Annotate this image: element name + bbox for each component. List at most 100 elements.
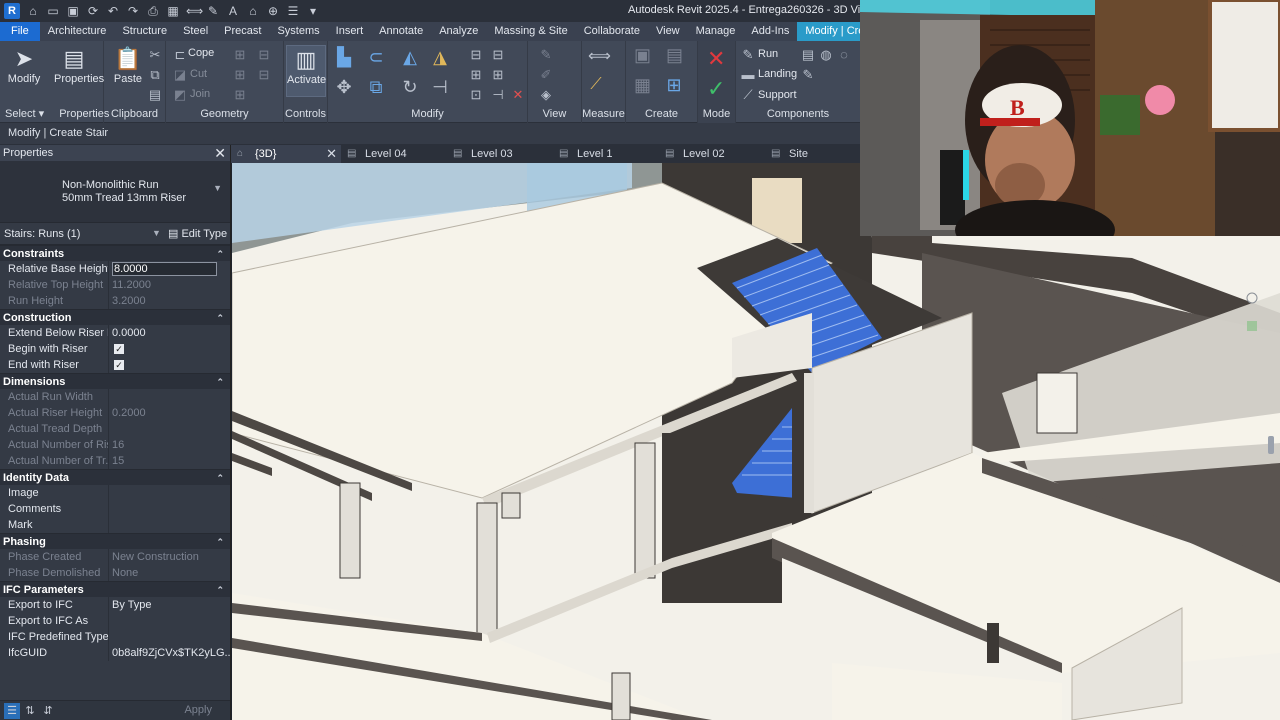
collapse-icon[interactable]: ⌃	[216, 310, 224, 326]
create-assembly-icon[interactable]: ▣	[634, 46, 651, 64]
property-row[interactable]: Mark	[0, 517, 230, 533]
property-row[interactable]: Image	[0, 485, 230, 501]
3d-view-icon[interactable]: ⌂	[246, 4, 260, 18]
3d-viewport[interactable]	[232, 163, 1280, 720]
landing-button[interactable]: Landing	[758, 68, 797, 80]
finish-edit-icon[interactable]: ✓	[707, 77, 725, 101]
view-tab-site[interactable]: ▤ Site	[765, 145, 860, 163]
measure-between-icon[interactable]: ⟺	[588, 49, 611, 65]
measure-icon[interactable]: ⟺	[186, 4, 203, 18]
section-identity-data[interactable]: Identity Data ⌃	[0, 469, 230, 485]
chevron-down-icon[interactable]: ▼	[213, 183, 222, 193]
section-construction[interactable]: Construction ⌃	[0, 309, 230, 325]
open-icon[interactable]: ▭	[46, 4, 60, 18]
mirror-draw-icon[interactable]: ◮	[432, 48, 448, 66]
sketch-run-icon[interactable]: ✎	[800, 67, 816, 83]
collapse-icon[interactable]: ⌃	[216, 246, 224, 262]
property-row[interactable]: Relative Base Height	[0, 261, 230, 277]
view-tab-level-1[interactable]: ▤ Level 1	[553, 145, 659, 163]
cope-icon[interactable]: ⊏	[172, 47, 188, 63]
split-gap-icon[interactable]: ⊟	[490, 47, 506, 63]
pin-icon[interactable]: ⊞	[490, 67, 506, 83]
property-row[interactable]: Comments	[0, 501, 230, 517]
property-row[interactable]: Extend Below Riser B...0.0000	[0, 325, 230, 341]
view-tab-level-04[interactable]: ▤ Level 04	[341, 145, 447, 163]
modify-button[interactable]: ➤ Modify	[4, 45, 44, 97]
tag-icon[interactable]: ✎	[206, 4, 220, 18]
tab-precast[interactable]: Precast	[216, 22, 269, 41]
save-icon[interactable]: ▣	[66, 4, 80, 18]
tab-manage[interactable]: Manage	[688, 22, 744, 41]
join-icon[interactable]: ◩	[172, 87, 188, 103]
split-icon[interactable]: ⊟	[468, 47, 484, 63]
section-phasing[interactable]: Phasing ⌃	[0, 533, 230, 549]
rotate-icon[interactable]: ↻	[402, 78, 418, 96]
undo-icon[interactable]: ↶	[106, 4, 120, 18]
view-tab-3d[interactable]: ⌂ {3D} ✕	[231, 145, 341, 163]
collapse-icon[interactable]: ⌃	[216, 582, 224, 598]
tab-add-ins[interactable]: Add-Ins	[743, 22, 797, 41]
center-spiral-icon[interactable]: ◌	[836, 47, 852, 63]
delete-icon[interactable]: ✕	[510, 87, 526, 103]
tab-steel[interactable]: Steel	[175, 22, 216, 41]
viewport-scrollbar[interactable]	[1268, 436, 1274, 454]
cope-button[interactable]: Cope	[188, 47, 214, 59]
tab-collaborate[interactable]: Collaborate	[576, 22, 648, 41]
tab-massing-site[interactable]: Massing & Site	[486, 22, 575, 41]
edit-type-button[interactable]: ▤ Edit Type	[168, 227, 227, 240]
tab-structure[interactable]: Structure	[114, 22, 175, 41]
select-dropdown[interactable]: Select	[5, 108, 36, 120]
home-icon[interactable]: ⌂	[26, 4, 40, 18]
move-icon[interactable]: ✥	[336, 78, 352, 96]
3d-model-canvas[interactable]	[232, 163, 1280, 720]
chevron-down-icon[interactable]: ▼	[152, 228, 161, 238]
create-parts-icon[interactable]: ▤	[666, 46, 683, 64]
instance-filter-dropdown[interactable]: Stairs: Runs (1)	[4, 228, 80, 240]
collapse-icon[interactable]: ⌃	[216, 534, 224, 550]
scale-icon[interactable]: ⊡	[468, 87, 484, 103]
tab-systems[interactable]: Systems	[269, 22, 327, 41]
collapse-icon[interactable]: ⌃	[216, 470, 224, 486]
redo-icon[interactable]: ↷	[126, 4, 140, 18]
property-row[interactable]: Begin with Riser ✓	[0, 341, 230, 357]
customize-icon[interactable]: ▾	[306, 4, 320, 18]
close-inactive-icon[interactable]: ▦	[166, 4, 180, 18]
tab-view[interactable]: View	[648, 22, 688, 41]
property-row[interactable]: Export to IFC As	[0, 613, 230, 629]
unjoin-icon[interactable]: ⊟	[256, 67, 272, 83]
view-tab-level-03[interactable]: ▤ Level 03	[447, 145, 553, 163]
cancel-edit-icon[interactable]: ✕	[707, 47, 725, 71]
copy-icon[interactable]: ⧉	[147, 67, 163, 83]
tab-insert[interactable]: Insert	[328, 22, 372, 41]
paste-button[interactable]: 📋 Paste	[108, 45, 148, 97]
run-button[interactable]: Run	[758, 48, 778, 60]
tab-file[interactable]: File	[0, 22, 40, 41]
collapse-icon[interactable]: ⌃	[216, 374, 224, 390]
checkbox[interactable]: ✓	[114, 360, 124, 370]
properties-button[interactable]: ▤ Properties	[54, 45, 104, 97]
demolish-icon[interactable]: ⊟	[256, 47, 272, 63]
split-face-icon[interactable]: ⊞	[232, 67, 248, 83]
hide-icon[interactable]: ◈	[538, 87, 554, 103]
section-constraints[interactable]: Constraints ⌃	[0, 245, 230, 261]
property-row[interactable]: IFC Predefined Type	[0, 629, 230, 645]
property-row[interactable]: Export to IFC By Type	[0, 597, 230, 613]
mirror-pick-icon[interactable]: ◭	[402, 48, 418, 66]
checkbox[interactable]: ✓	[114, 344, 124, 354]
straight-run-icon[interactable]: ▤	[800, 47, 816, 63]
create-group-icon[interactable]: ▦	[634, 76, 651, 94]
spiral-run-icon[interactable]: ◍	[818, 47, 834, 63]
unpin-icon[interactable]: ⊣	[490, 87, 506, 103]
sort-ascending-icon[interactable]: ⇅	[22, 703, 38, 719]
wall-joins-icon[interactable]: ⊞	[232, 47, 248, 63]
categorized-icon[interactable]: ☰	[4, 703, 20, 719]
view-tab-level-02[interactable]: ▤ Level 02	[659, 145, 765, 163]
section-ifc-parameters[interactable]: IFC Parameters ⌃	[0, 581, 230, 597]
cut-geometry-icon[interactable]: ◪	[172, 67, 188, 83]
tab-analyze[interactable]: Analyze	[431, 22, 486, 41]
offset-icon[interactable]: ⊂	[368, 48, 384, 66]
trim-icon[interactable]: ⊣	[432, 78, 448, 96]
tab-annotate[interactable]: Annotate	[371, 22, 431, 41]
copy-element-icon[interactable]: ⧉	[368, 78, 384, 96]
create-similar-icon[interactable]: ⊞	[666, 76, 682, 94]
